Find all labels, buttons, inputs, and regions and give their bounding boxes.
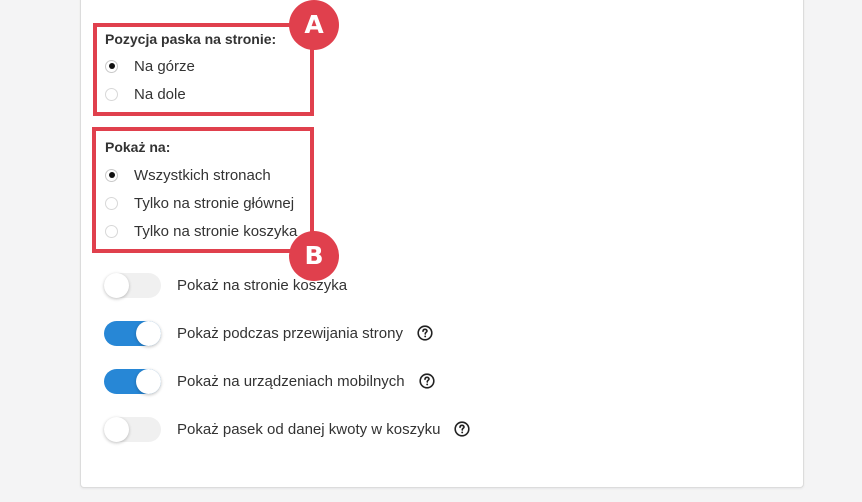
toggle-label-scroll: Pokaż podczas przewijania strony — [177, 324, 403, 342]
toggle-knob — [104, 416, 129, 442]
toggle-label-min-amount: Pokaż pasek od danej kwoty w koszyku — [177, 420, 441, 438]
help-icon[interactable] — [454, 421, 471, 437]
help-icon[interactable] — [417, 325, 433, 341]
help-icon[interactable] — [419, 373, 435, 389]
toggle-switch-cart-page[interactable] — [104, 272, 161, 298]
annotation-frame-b — [92, 127, 314, 253]
annotation-badge-a: A — [289, 0, 339, 50]
toggle-knob — [104, 272, 129, 298]
toggle-knob — [136, 320, 161, 346]
toggle-row-mobile: Pokaż na urządzeniach mobilnych — [104, 368, 435, 394]
toggle-knob — [136, 368, 161, 394]
toggle-switch-min-amount[interactable] — [104, 416, 161, 442]
toggle-label-cart-page: Pokaż na stronie koszyka — [177, 276, 348, 294]
toggle-switch-mobile[interactable] — [104, 368, 161, 394]
toggle-switch-scroll[interactable] — [104, 320, 161, 346]
annotation-frame-a — [93, 23, 314, 116]
toggle-row-min-amount: Pokaż pasek od danej kwoty w koszyku — [104, 416, 471, 442]
toggle-label-mobile: Pokaż na urządzeniach mobilnych — [177, 372, 405, 390]
toggle-row-scroll: Pokaż podczas przewijania strony — [104, 320, 433, 346]
toggle-row-cart-page: Pokaż na stronie koszyka — [104, 272, 347, 298]
